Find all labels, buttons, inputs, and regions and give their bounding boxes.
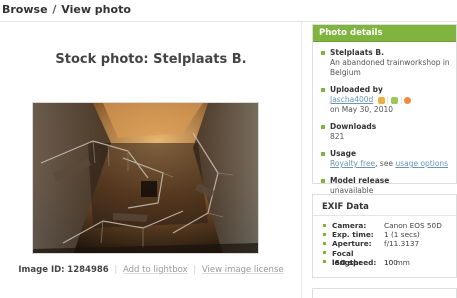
bullet-icon	[323, 251, 326, 255]
breadcrumb-separator: /	[52, 3, 57, 16]
stock-photo[interactable]	[32, 102, 259, 254]
bullet-icon	[321, 152, 325, 156]
exif-key: ISO speed:	[332, 257, 377, 267]
breadcrumb-browse[interactable]: Browse	[2, 3, 48, 16]
exif-key: Exp. time:	[332, 230, 374, 240]
breadcrumb-view-photo: View photo	[61, 3, 131, 16]
photo-details-panel: Photo details Stelplaats B. An abandoned…	[312, 24, 457, 195]
uploader-actions: | |	[377, 95, 414, 105]
downloads-value: 821	[330, 132, 345, 141]
exif-row-exposure: Exp. time: 1 (1 secs)	[323, 230, 456, 239]
bullet-icon	[321, 51, 325, 55]
photo-details-header: Photo details	[313, 25, 456, 42]
detail-downloads: Downloads 821	[321, 122, 456, 142]
exif-row-aperture: Aperture: f/11.3137	[323, 239, 456, 248]
exif-row-focal-length: Focal length: 10 mm	[323, 249, 456, 267]
exif-row-iso: ISO speed: 100	[323, 258, 456, 267]
exif-key: Aperture:	[332, 239, 372, 249]
next-panel-edge	[312, 288, 457, 298]
view-license-link[interactable]: View image license	[202, 265, 284, 275]
exif-value: Canon EOS 50D	[384, 221, 442, 230]
exif-value: 1 (1 secs)	[384, 230, 420, 240]
bullet-icon	[321, 88, 325, 92]
breadcrumb: Browse / View photo	[0, 2, 457, 22]
detail-title: Stelplaats B. An abandoned trainworkshop…	[321, 48, 456, 78]
bullet-icon	[321, 125, 325, 129]
exif-key: Camera:	[332, 221, 367, 230]
exif-value: 100	[384, 257, 398, 267]
royalty-free-link[interactable]: Royalty free	[330, 159, 375, 168]
downloads-label: Downloads	[330, 122, 377, 131]
usage-see-text: , see	[375, 159, 394, 168]
lightbox-icon[interactable]	[377, 96, 385, 104]
bullet-icon	[323, 232, 326, 236]
profile-icon[interactable]	[404, 96, 412, 104]
exif-row-camera: Camera: Canon EOS 50D	[323, 221, 456, 230]
uploaded-by-label: Uploaded by	[330, 85, 383, 94]
exif-header: EXIF Data	[313, 195, 456, 216]
detail-uploaded: Uploaded by Jascha400d | | on May 30, 201…	[321, 85, 456, 115]
exif-panel: EXIF Data Camera: Canon EOS 50D Exp. time…	[312, 194, 457, 278]
upload-date: on May 30, 2010	[330, 105, 394, 114]
detail-model-release: Model release unavailable	[321, 176, 456, 196]
bullet-icon	[323, 223, 326, 227]
detail-description: An abandoned trainworkshop in Belgium	[330, 58, 450, 77]
uploader-link[interactable]: Jascha400d	[330, 95, 373, 104]
add-friend-icon[interactable]	[391, 96, 399, 104]
detail-list: Stelplaats B. An abandoned trainworkshop…	[313, 42, 456, 196]
add-to-lightbox-link[interactable]: Add to lightbox	[123, 265, 188, 275]
meta-divider: |	[114, 265, 118, 275]
bullet-icon	[323, 260, 326, 264]
usage-line: Royalty free, see usage options	[330, 159, 456, 169]
photo-meta: Image ID: 1284986 | Add to lightbox | Vi…	[0, 265, 302, 275]
image-id-value: 1284986	[67, 265, 109, 275]
bullet-icon	[323, 241, 326, 245]
exif-value: f/11.3137	[384, 239, 420, 249]
detail-usage: Usage Royalty free, see usage options	[321, 149, 456, 169]
detail-title-label: Stelplaats B.	[330, 48, 384, 57]
usage-options-link[interactable]: usage options	[395, 159, 448, 168]
usage-label: Usage	[330, 149, 357, 158]
stock-photo-image	[33, 103, 258, 253]
photo-title: Stock photo: Stelplaats B.	[55, 52, 247, 67]
meta-divider: |	[193, 265, 197, 275]
image-id-label: Image ID:	[18, 265, 65, 275]
model-release-label: Model release	[330, 176, 390, 185]
uploader-line: Jascha400d | |	[330, 95, 456, 105]
bullet-icon	[321, 179, 325, 183]
exif-list: Camera: Canon EOS 50D Exp. time: 1 (1 secs…	[313, 216, 456, 267]
